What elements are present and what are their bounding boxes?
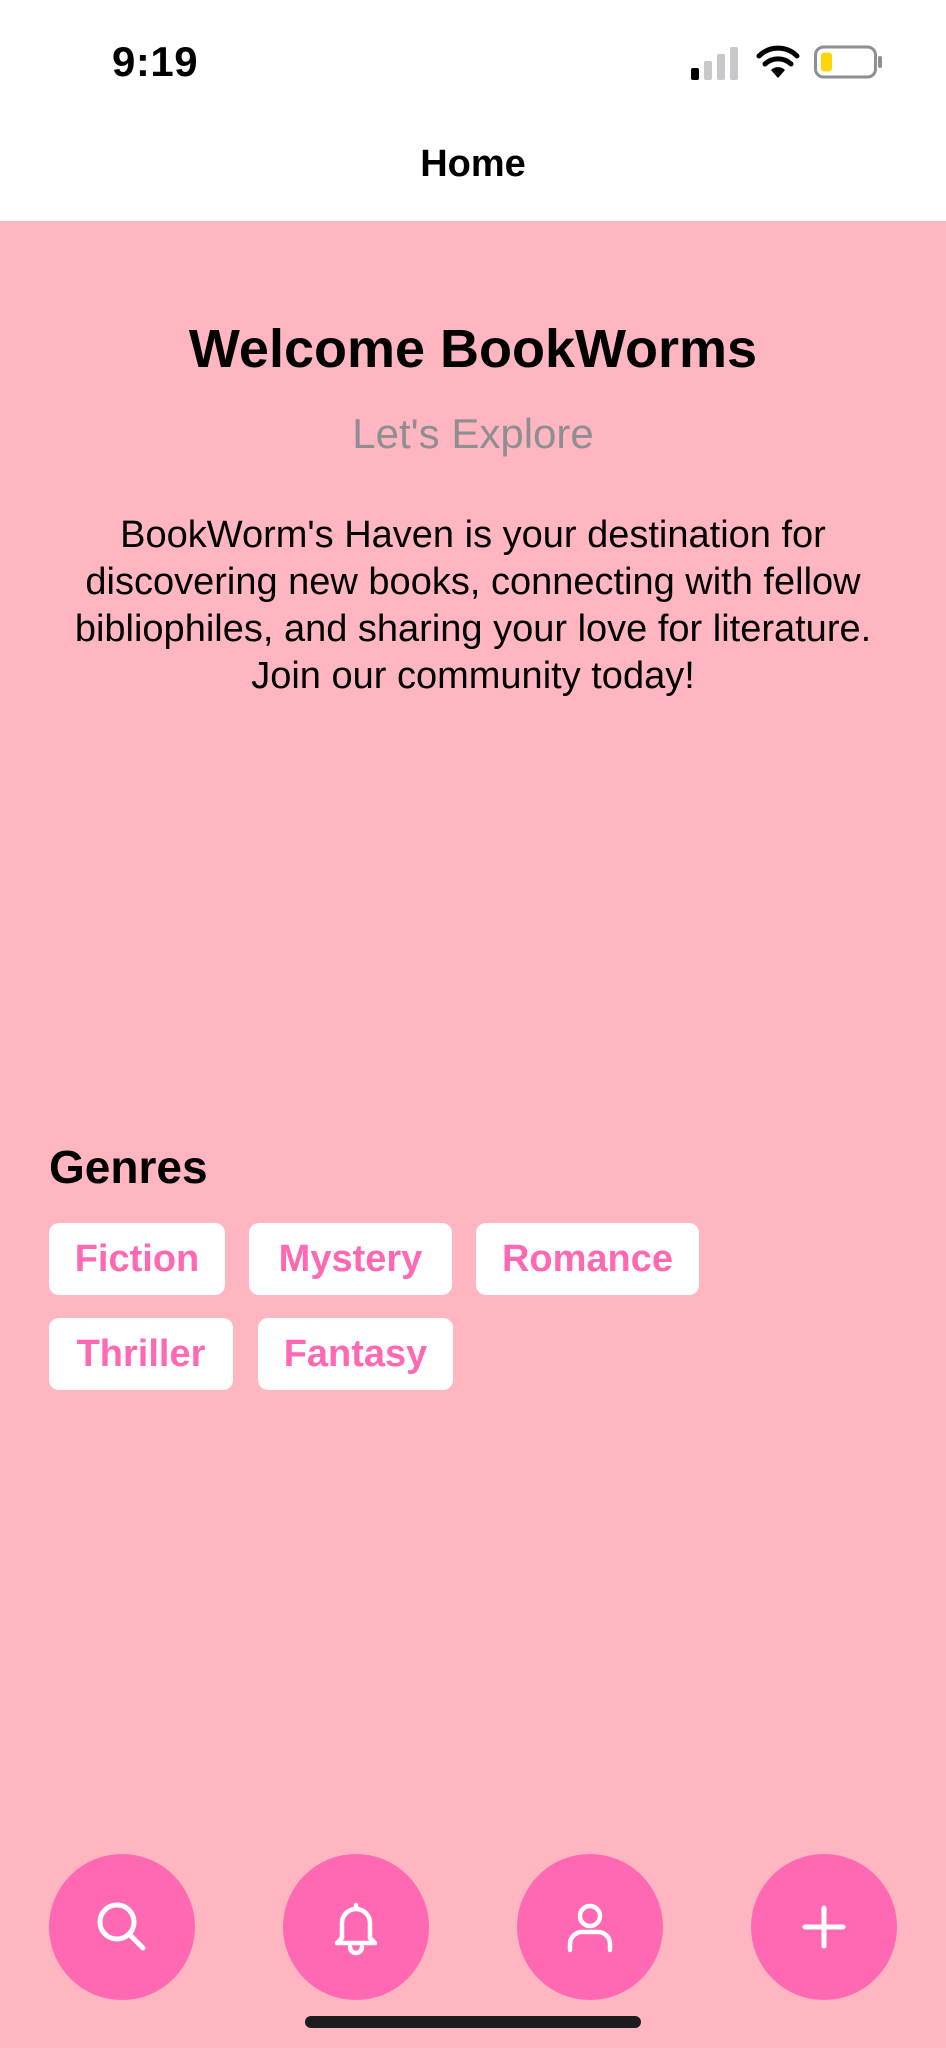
notifications-button[interactable] [283,1854,429,2000]
genres-heading: Genres [49,1141,208,1193]
wifi-icon [756,45,800,78]
search-button[interactable] [49,1854,195,2000]
welcome-title: Welcome BookWorms [188,319,758,379]
profile-button[interactable] [517,1854,663,2000]
genre-chip-romance[interactable]: Romance [476,1223,699,1295]
home-indicator[interactable] [305,2016,641,2028]
status-bar: 9:19 [0,0,946,120]
battery-icon [814,45,882,79]
user-icon [567,1903,613,1953]
add-button[interactable] [751,1854,897,2000]
genre-chip-mystery[interactable]: Mystery [249,1223,452,1295]
plus-icon [802,1905,846,1949]
genre-chip-fantasy[interactable]: Fantasy [258,1318,453,1390]
welcome-description: BookWorm's Haven is your destination for… [74,514,872,697]
welcome-subtitle: Let's Explore [352,410,594,457]
cellular-signal-icon [691,47,738,80]
bell-icon [334,1902,378,1956]
genre-chip-thriller[interactable]: Thriller [49,1318,233,1390]
status-time: 9:19 [112,38,199,85]
search-icon [97,1902,146,1951]
page-title: Home [420,143,526,185]
genre-chip-fiction[interactable]: Fiction [49,1223,225,1295]
navigation-bar: Home [0,120,946,221]
